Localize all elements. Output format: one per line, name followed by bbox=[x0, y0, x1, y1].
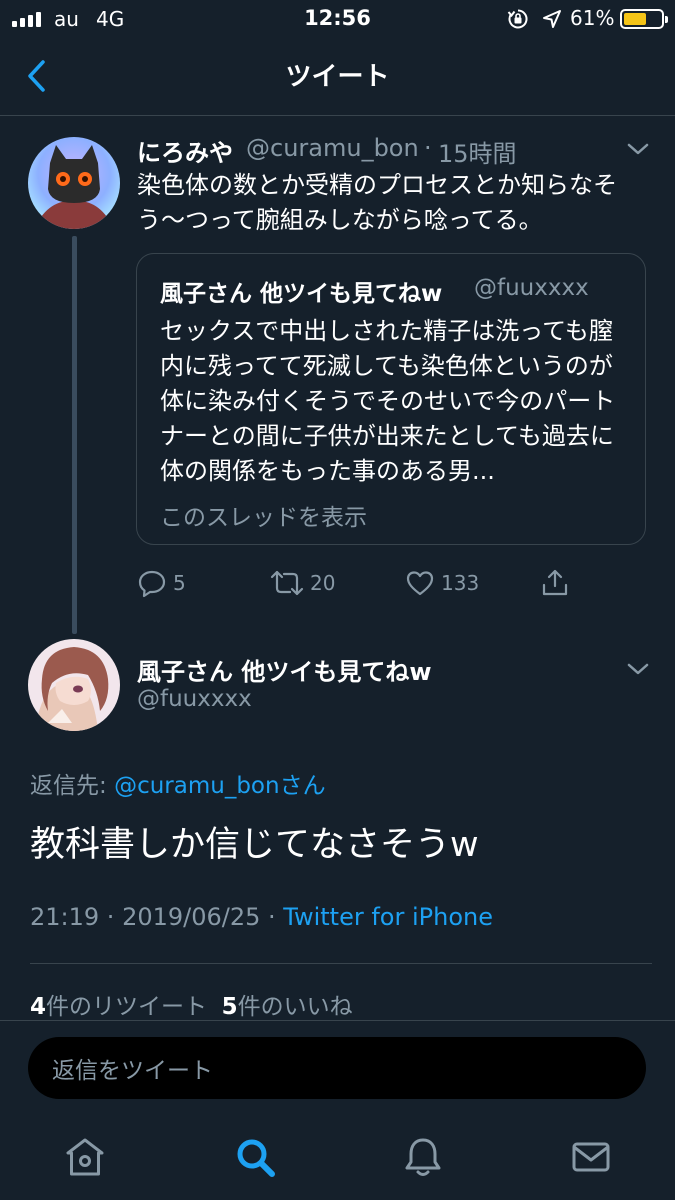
battery-icon bbox=[620, 9, 668, 29]
tab-search[interactable] bbox=[233, 1135, 277, 1179]
battery-percent: 61% bbox=[570, 6, 615, 30]
tweet-date: 2019/06/25 bbox=[122, 903, 261, 931]
reply-to-line: 返信先: @curamu_bonさん bbox=[30, 766, 326, 800]
chevron-down-icon bbox=[627, 143, 649, 155]
like-stat-count: 5 bbox=[221, 994, 238, 1020]
page-title: ツイート bbox=[285, 62, 390, 92]
heart-icon bbox=[406, 571, 434, 596]
client-link[interactable]: Twitter for iPhone bbox=[283, 903, 493, 931]
quoted-author-name: 風子さん 他ツイも見てねw bbox=[160, 281, 443, 307]
retweet-stat-label: 件のリツイート bbox=[46, 994, 208, 1020]
avatar[interactable] bbox=[28, 639, 120, 731]
messages-icon bbox=[572, 1142, 610, 1172]
reply-icon bbox=[138, 570, 166, 598]
search-icon bbox=[237, 1139, 275, 1177]
like-stat[interactable]: 5件のいいね bbox=[222, 994, 353, 1020]
tweet-time: 21:19 bbox=[30, 903, 100, 931]
author-name[interactable]: 風子さん 他ツイも見てねw bbox=[137, 652, 432, 687]
nav-header: ツイート bbox=[0, 40, 675, 116]
like-button[interactable]: 133 bbox=[405, 565, 479, 601]
share-icon bbox=[542, 569, 568, 596]
back-button[interactable] bbox=[22, 58, 52, 94]
divider bbox=[30, 963, 652, 964]
orientation-lock-icon bbox=[507, 9, 528, 29]
retweet-icon bbox=[270, 570, 304, 596]
reply-count: 5 bbox=[173, 571, 186, 595]
author-handle[interactable]: @curamu_bon bbox=[246, 134, 419, 162]
quoted-tweet-card[interactable]: 風子さん 他ツイも見てねw @fuuxxxx セックスで中出しされた精子は洗って… bbox=[136, 253, 646, 545]
engagement-stats: 4件のリツイート 5件のいいね bbox=[30, 987, 353, 1021]
reply-button[interactable]: 5 bbox=[137, 565, 186, 601]
tweet-text: 染色体の数とか受精のプロセスとか知らなそう〜つって腕組みしながら唸ってる。 bbox=[137, 171, 617, 234]
tweet-meta: 21:19 · 2019/06/25 · Twitter for iPhone bbox=[30, 903, 493, 931]
quoted-tweet-text: セックスで中出しされた精子は洗っても膣内に残ってて死滅しても染色体というのが体に… bbox=[160, 317, 616, 485]
notifications-icon bbox=[405, 1138, 441, 1176]
retweet-count: 20 bbox=[310, 571, 336, 595]
quoted-author-handle: @fuuxxxx bbox=[474, 275, 589, 301]
tweet-menu-button[interactable] bbox=[626, 661, 650, 677]
location-icon bbox=[543, 10, 561, 28]
status-bar: au 4G 12:56 61% bbox=[0, 0, 675, 40]
like-stat-label: 件のいいね bbox=[237, 994, 353, 1020]
tab-notifications[interactable] bbox=[401, 1135, 445, 1179]
chevron-down-icon bbox=[627, 663, 649, 675]
chevron-left-icon bbox=[28, 60, 45, 92]
share-button[interactable] bbox=[540, 565, 570, 601]
avatar[interactable] bbox=[28, 137, 120, 229]
retweet-button[interactable]: 20 bbox=[270, 565, 335, 601]
author-name[interactable]: にろみや bbox=[137, 133, 233, 168]
tab-bar bbox=[0, 1115, 675, 1200]
retweet-stat[interactable]: 4件のリツイート bbox=[30, 994, 207, 1020]
tab-home[interactable] bbox=[63, 1135, 107, 1179]
reply-to-mention[interactable]: @curamu_bonさん bbox=[114, 773, 326, 799]
main-tweet-text: 教科書しか信じてなさそうw bbox=[30, 825, 479, 865]
show-thread-link[interactable]: このスレッドを表示 bbox=[160, 498, 367, 532]
tweet-menu-button[interactable] bbox=[626, 141, 650, 157]
meta-separator: · bbox=[260, 903, 284, 931]
tweet-time[interactable]: 15時間 bbox=[438, 134, 517, 169]
home-icon bbox=[66, 1138, 104, 1176]
like-count: 133 bbox=[441, 571, 480, 595]
thread-connector-line bbox=[72, 236, 77, 634]
tab-messages[interactable] bbox=[569, 1135, 613, 1179]
meta-separator: · bbox=[99, 903, 123, 931]
separator-dot: · bbox=[424, 134, 432, 162]
author-handle[interactable]: @fuuxxxx bbox=[137, 686, 252, 712]
reply-bar: 返信をツイート bbox=[0, 1020, 675, 1115]
retweet-stat-count: 4 bbox=[30, 994, 47, 1020]
reply-input[interactable]: 返信をツイート bbox=[28, 1037, 646, 1099]
reply-to-label: 返信先: bbox=[30, 773, 115, 799]
